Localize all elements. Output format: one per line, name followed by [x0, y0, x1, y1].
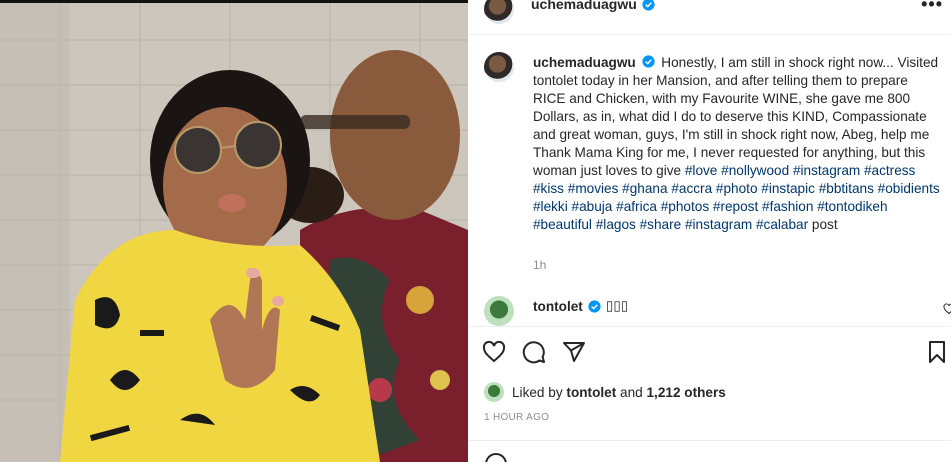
comment-icon[interactable] [522, 340, 546, 364]
header-divider [468, 34, 951, 35]
actions-divider [468, 326, 951, 327]
caption-suffix: post [808, 217, 838, 232]
hashtag-link[interactable]: #kiss [533, 181, 564, 196]
bookmark-icon[interactable] [925, 340, 949, 364]
liker-avatar[interactable] [484, 382, 504, 402]
post-actions [482, 340, 586, 364]
comment-username[interactable]: tontolet [533, 299, 583, 314]
hashtag-link[interactable]: #fashion [762, 199, 813, 214]
hashtag-link[interactable]: #photos [661, 199, 709, 214]
author-username[interactable]: uchemaduagwu [531, 0, 637, 12]
post-caption: uchemaduagwu Honestly, I am still in sho… [533, 54, 943, 234]
share-icon[interactable] [562, 340, 586, 364]
heart-icon[interactable] [482, 340, 506, 364]
comment-row: tontolet ▯▯▯ [533, 298, 628, 314]
comment-text: ▯▯▯ [605, 298, 629, 313]
likes-prefix: Liked by [512, 384, 567, 400]
verified-badge-icon [641, 55, 655, 68]
comment-like-heart-icon[interactable] [943, 303, 951, 315]
hashtag-link[interactable]: #movies [568, 181, 619, 196]
emoji-icon[interactable] [484, 452, 508, 462]
hashtag-link[interactable]: #calabar [756, 217, 808, 232]
hashtag-link[interactable]: #abuja [572, 199, 613, 214]
post-photo[interactable] [0, 0, 468, 462]
likes-middle: and [616, 384, 647, 400]
hashtag-link[interactable]: #nollywood [721, 163, 789, 178]
post-details-panel: uchemaduagwu ••• uchemaduagwu Honestly, … [468, 0, 951, 462]
hashtag-link[interactable]: #africa [616, 199, 657, 214]
hashtag-link[interactable]: #instapic [761, 181, 815, 196]
hashtag-link[interactable]: #instagram [685, 217, 752, 232]
caption-time[interactable]: 1h [533, 258, 546, 272]
photo-top-edge [0, 0, 468, 3]
hashtag-link[interactable]: #actress [864, 163, 915, 178]
hashtag-link[interactable]: #tontodikeh [817, 199, 887, 214]
more-horizontal-icon[interactable]: ••• [921, 0, 943, 15]
post-timestamp[interactable]: 1 HOUR AGO [484, 412, 549, 423]
likes-row: Liked by tontolet and 1,212 others [484, 382, 726, 402]
caption-text: Honestly, I am still in shock right now.… [533, 55, 939, 178]
verified-badge-icon [642, 0, 655, 11]
hashtag-link[interactable]: #instagram [793, 163, 860, 178]
hashtag-link[interactable]: #accra [671, 181, 712, 196]
hashtag-link[interactable]: #lekki [533, 199, 568, 214]
author-avatar[interactable] [484, 0, 514, 24]
hashtag-link[interactable]: #beautiful [533, 217, 592, 232]
commenter-avatar[interactable] [484, 296, 514, 326]
comment-input-divider [468, 440, 951, 441]
hashtag-link[interactable]: #ghana [622, 181, 667, 196]
hashtag-link[interactable]: #obidients [878, 181, 940, 196]
hashtag-link[interactable]: #lagos [596, 217, 636, 232]
caption-avatar[interactable] [484, 52, 514, 82]
liker-username[interactable]: tontolet [566, 385, 616, 400]
hashtag-link[interactable]: #bbtitans [819, 181, 874, 196]
post-image [0, 0, 468, 462]
author-username-row[interactable]: uchemaduagwu [531, 0, 655, 12]
hashtag-link[interactable]: #love [685, 163, 718, 178]
hashtag-link[interactable]: #photo [716, 181, 758, 196]
caption-username[interactable]: uchemaduagwu [533, 55, 636, 70]
post-header: uchemaduagwu ••• [468, 0, 951, 26]
hashtag-link[interactable]: #repost [713, 199, 758, 214]
hashtag-link[interactable]: #share [640, 217, 682, 232]
likes-count[interactable]: 1,212 others [647, 385, 726, 400]
likes-text: Liked by tontolet and 1,212 others [512, 385, 726, 400]
verified-badge-icon [588, 299, 601, 313]
